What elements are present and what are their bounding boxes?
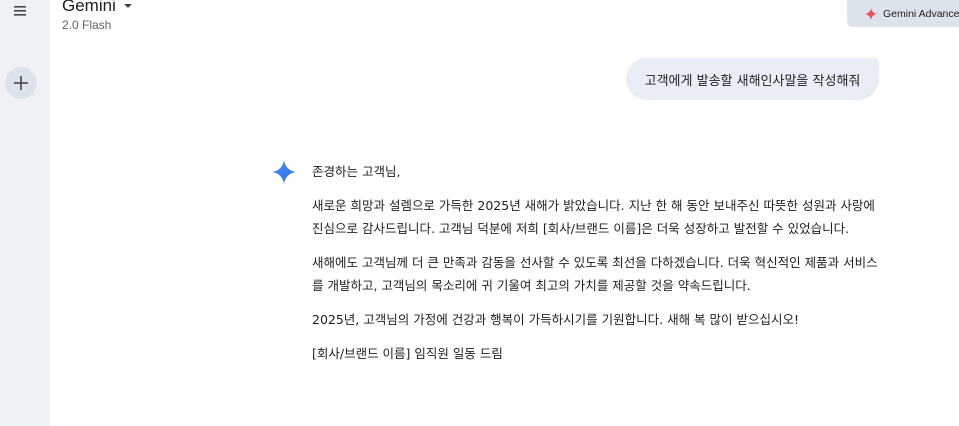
sidebar <box>0 0 50 426</box>
model-version: 2.0 Flash <box>62 18 112 32</box>
gemini-sparkle-icon <box>865 7 877 20</box>
response-greeting: 존경하는 고객님, <box>312 164 401 179</box>
model-response: 존경하는 고객님, 새로운 희망과 설렘으로 가득한 2025년 새해가 밝았습… <box>312 160 884 365</box>
gemini-star-icon <box>272 160 296 184</box>
gemini-advanced-label: Gemini Advance <box>883 7 959 20</box>
user-message-bubble: 고객에게 발송할 새해인사말을 작성해줘 <box>626 58 879 100</box>
plus-icon <box>14 76 28 90</box>
caret-down-icon <box>123 4 132 8</box>
gemini-advanced-button[interactable]: Gemini Advance <box>847 0 959 27</box>
new-chat-button[interactable] <box>5 67 37 99</box>
response-paragraph-2: 새해에도 고객님께 더 큰 만족과 감동을 선사할 수 있도록 최선을 다하겠습… <box>312 255 878 293</box>
model-selector[interactable]: Gemini <box>62 0 132 15</box>
response-signature: [회사/브랜드 이름] 임직원 일동 드림 <box>312 346 503 361</box>
model-name: Gemini <box>62 0 116 15</box>
main-menu-button[interactable] <box>8 1 32 21</box>
gemini-app: Gemini 2.0 Flash Gemini Advance 고객에게 발송할… <box>0 0 959 426</box>
user-message-text: 고객에게 발송할 새해인사말을 작성해줘 <box>644 73 861 89</box>
model-header: Gemini 2.0 Flash <box>62 0 132 32</box>
hamburger-menu-icon <box>14 6 26 16</box>
response-paragraph-3: 2025년, 고객님의 가정에 건강과 행복이 가득하시기를 기원합니다. 새해… <box>312 312 800 327</box>
response-paragraph-1: 새로운 희망과 설렘으로 가득한 2025년 새해가 밝았습니다. 지난 한 해… <box>312 198 875 236</box>
